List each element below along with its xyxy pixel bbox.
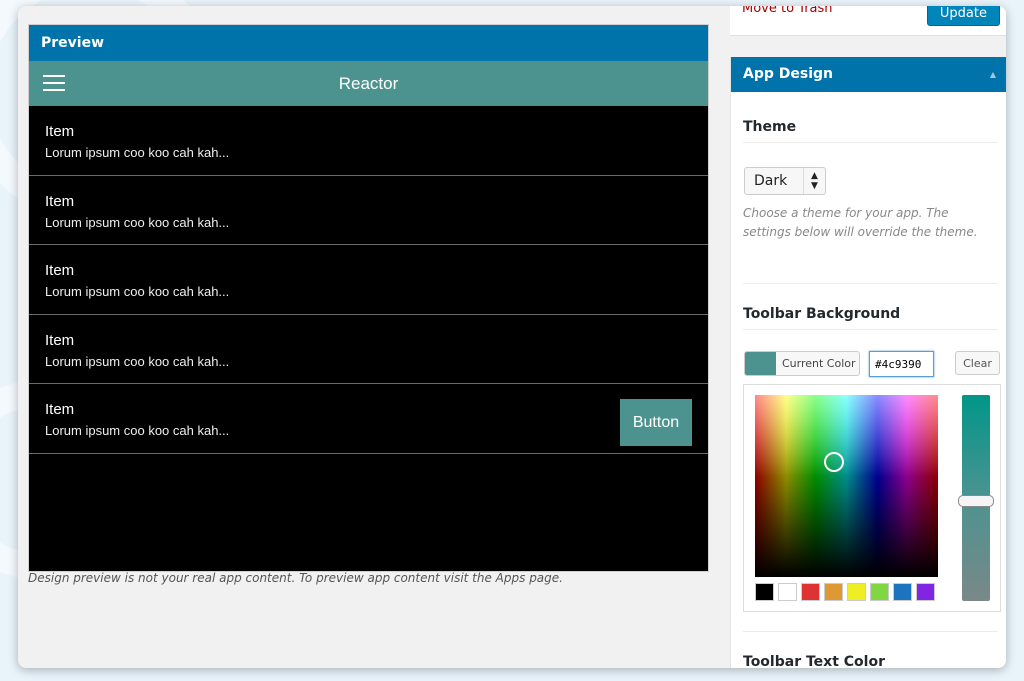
- palette-swatch-blue[interactable]: [893, 583, 912, 601]
- palette-swatch-purple[interactable]: [916, 583, 935, 601]
- color-picker: [743, 384, 1001, 612]
- hex-color-input[interactable]: [869, 351, 934, 377]
- toolbar-background-title: Toolbar Background: [743, 306, 901, 322]
- item-subtitle: Lorum ipsum coo koo cah kah...: [45, 145, 230, 160]
- collapse-arrow-icon[interactable]: ▲: [990, 57, 996, 92]
- publish-box: Move to Trash Update: [730, 6, 1006, 36]
- toolbar-text-color-title: Toolbar Text Color: [743, 654, 885, 668]
- divider: [743, 329, 998, 330]
- theme-selected-value: Dark: [754, 173, 788, 189]
- list-item[interactable]: Item Lorum ipsum coo koo cah kah...: [29, 245, 708, 315]
- update-button[interactable]: Update: [926, 6, 1000, 26]
- panel-title: App Design: [743, 66, 833, 82]
- editor-window: Preview Reactor Item Lorum ipsum coo koo…: [18, 6, 1006, 668]
- item-title: Item: [45, 262, 75, 280]
- item-title: Item: [45, 123, 75, 140]
- list-item[interactable]: Item Lorum ipsum coo koo cah kah...: [29, 106, 708, 176]
- item-subtitle: Lorum ipsum coo koo cah kah...: [45, 214, 230, 230]
- item-subtitle: Lorum ipsum coo koo cah kah...: [45, 423, 230, 439]
- current-color-swatch: [745, 352, 776, 375]
- divider: [743, 142, 998, 143]
- list-item[interactable]: Item Lorum ipsum coo koo cah kah... Butt…: [29, 384, 708, 454]
- app-title: Reactor: [338, 74, 399, 93]
- item-subtitle: Lorum ipsum coo koo cah kah...: [45, 284, 230, 300]
- app-preview: Preview Reactor Item Lorum ipsum coo koo…: [28, 24, 709, 572]
- item-title: Item: [45, 192, 75, 210]
- preview-header: Preview: [29, 25, 708, 61]
- move-to-trash-link[interactable]: Move to Trash: [742, 6, 833, 16]
- item-subtitle: Lorum ipsum coo koo cah kah...: [45, 353, 230, 369]
- palette-swatch-black[interactable]: [755, 583, 774, 601]
- palette-swatch-yellow[interactable]: [847, 583, 866, 601]
- palette-swatch-orange[interactable]: [824, 583, 843, 601]
- current-color-label: Current Color: [782, 357, 856, 370]
- theme-select[interactable]: Dark ▲ ▼: [744, 167, 826, 195]
- divider: [743, 283, 998, 284]
- color-spectrum[interactable]: [755, 395, 938, 577]
- color-picker-handle[interactable]: [824, 452, 844, 472]
- palette-swatch-white[interactable]: [778, 583, 797, 601]
- item-title: Item: [45, 331, 75, 349]
- palette-swatch-red[interactable]: [801, 583, 820, 601]
- list-item[interactable]: Item Lorum ipsum coo koo cah kah...: [29, 315, 708, 385]
- preview-note: Design preview is not your real app cont…: [28, 571, 563, 585]
- item-title: Item: [45, 401, 75, 419]
- palette-swatch-green[interactable]: [870, 583, 889, 601]
- select-arrows-icon: ▲ ▼: [803, 168, 825, 194]
- app-design-panel: App Design ▲ Theme Dark ▲ ▼ Choose a them…: [730, 57, 1006, 668]
- clear-button[interactable]: Clear: [955, 351, 1000, 375]
- theme-description: Choose a theme for your app. The setting…: [743, 206, 978, 239]
- hue-slider-handle[interactable]: [958, 495, 994, 507]
- list-item[interactable]: Item Lorum ipsum coo koo cah kah...: [29, 176, 708, 246]
- app-toolbar: Reactor: [29, 61, 708, 106]
- item-action-button[interactable]: Button: [620, 399, 692, 447]
- theme-title: Theme: [743, 119, 797, 135]
- current-color-button[interactable]: Current Color: [744, 351, 860, 376]
- panel-header[interactable]: App Design ▲: [731, 57, 1006, 92]
- divider: [743, 631, 998, 632]
